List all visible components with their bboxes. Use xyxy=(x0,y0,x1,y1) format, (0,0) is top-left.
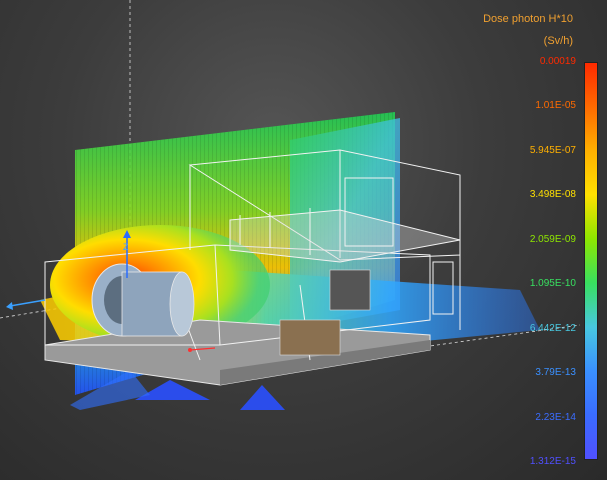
dose-map-scene: Z xyxy=(0,0,581,410)
scale-label: 5.945E-07 xyxy=(529,144,576,156)
scale-label: 0.00019 xyxy=(539,56,576,67)
source-device xyxy=(91,263,195,337)
z-axis-label: Z xyxy=(123,242,129,252)
scale-label: 1.095E-10 xyxy=(529,278,576,290)
3d-viewport[interactable]: Z xyxy=(0,0,607,480)
legend-title-block: Dose photon H*10 (Sv/h) xyxy=(483,8,573,52)
scale-label: 6.442E-12 xyxy=(529,322,576,334)
scale-label: 2.23E-14 xyxy=(535,411,576,423)
scale-label: 1.312E-15 xyxy=(529,456,576,467)
legend-title: Dose photon H*10 xyxy=(483,13,573,25)
scale-label: 1.01E-05 xyxy=(535,100,576,112)
scale-label: 3.498E-08 xyxy=(529,189,576,201)
scale-label: 2.059E-09 xyxy=(529,233,576,245)
color-scale-bar xyxy=(584,62,598,460)
scale-label: 3.79E-13 xyxy=(535,367,576,379)
legend-unit: (Sv/h) xyxy=(543,35,573,47)
